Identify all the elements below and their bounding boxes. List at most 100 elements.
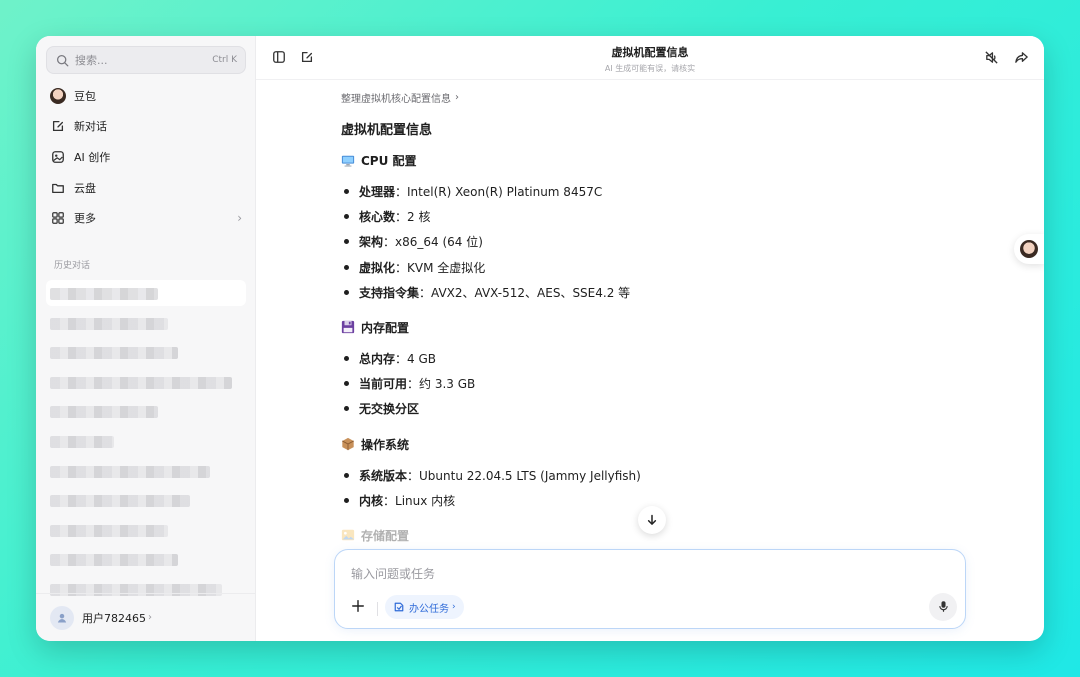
plus-icon[interactable]: [351, 598, 365, 617]
package-emoji-icon: [341, 437, 355, 451]
assistant-float-button[interactable]: [1014, 234, 1044, 264]
section-title: 内存配置: [361, 320, 410, 335]
sidebar-item-label: 更多: [74, 212, 96, 225]
section-title-os: 操作系统: [341, 436, 901, 453]
image-emoji-icon: [341, 528, 355, 542]
history-item[interactable]: [46, 546, 246, 572]
history-item[interactable]: [46, 398, 246, 424]
sidebar-item-label: 新对话: [74, 120, 107, 133]
chevron-right-icon: ›: [148, 612, 152, 623]
microphone-button[interactable]: [929, 593, 957, 621]
page-subtitle: AI 生成可能有误，请核实: [604, 64, 696, 73]
sidebar: 搜索... Ctrl K 豆包 新对话 AI 创作 云盘 更多 › 历史对话 用…: [36, 36, 256, 641]
composer: 输入问题或任务 办公任务 ›: [334, 549, 966, 629]
sidebar-item-doubao[interactable]: 豆包: [50, 84, 242, 108]
user-avatar-icon: [50, 605, 74, 630]
section-title: 操作系统: [361, 437, 410, 452]
list-item: 内核 ：Linux 内核: [341, 488, 901, 513]
speaker-muted-icon[interactable]: [982, 48, 1000, 66]
sidebar-item-new-chat[interactable]: 新对话: [50, 114, 242, 138]
item-value: ：4 GB: [395, 352, 436, 367]
sidebar-item-label: AI 创作: [74, 151, 111, 164]
content-heading: 虚拟机配置信息: [341, 123, 433, 138]
item-label: 处理器: [359, 185, 396, 200]
list-item: 处理器 ：Intel(R) Xeon(R) Platinum 8457C: [341, 179, 901, 204]
avatar-icon: [1020, 240, 1038, 258]
history-item[interactable]: [46, 487, 246, 513]
history-item[interactable]: [46, 517, 246, 543]
list-item: 当前可用 ：约 3.3 GB: [341, 371, 901, 396]
breadcrumb[interactable]: 整理虚拟机核心配置信息 ›: [341, 90, 901, 105]
sidebar-item-label: 云盘: [74, 182, 96, 195]
user-profile[interactable]: 用户782465 ›: [36, 593, 256, 641]
item-value: ：Ubuntu 22.04.5 LTS (Jammy Jellyfish): [407, 468, 641, 483]
sidebar-item-more[interactable]: 更多 ›: [50, 206, 242, 230]
floppy-disk-emoji-icon: [341, 320, 355, 334]
section-title-memory: 内存配置: [341, 319, 901, 336]
main-panel: 虚拟机配置信息 AI 生成可能有误，请核实 整理虚拟机核心配置信息 › 虚拟机配…: [256, 36, 1044, 641]
list-item: 无交换分区: [341, 396, 901, 421]
list-item: 核心数 ：2 核: [341, 204, 901, 229]
item-label: 总内存: [359, 352, 396, 367]
item-value: ：Linux 内核: [383, 493, 456, 508]
app-window: 搜索... Ctrl K 豆包 新对话 AI 创作 云盘 更多 › 历史对话 用…: [36, 36, 1044, 641]
sidebar-item-ai-create[interactable]: AI 创作: [50, 145, 242, 169]
sidebar-item-label: 豆包: [74, 90, 96, 103]
list-item: 虚拟化 ：KVM 全虚拟化: [341, 255, 901, 280]
chevron-right-icon: ›: [237, 211, 242, 225]
os-list: 系统版本 ：Ubuntu 22.04.5 LTS (Jammy Jellyfish…: [341, 463, 901, 513]
item-value: ：约 3.3 GB: [407, 377, 476, 392]
history-item[interactable]: [46, 428, 246, 454]
item-label: 支持指令集: [359, 285, 420, 300]
breadcrumb-label: 整理虚拟机核心配置信息: [341, 94, 451, 105]
grid-icon: [50, 210, 66, 226]
chevron-right-icon: ›: [455, 92, 459, 103]
new-chat-icon: [50, 118, 66, 134]
message-content: 整理虚拟机核心配置信息 › 虚拟机配置信息 CPU 配置 处理器 ：Intel(R…: [341, 90, 901, 544]
history-item[interactable]: [46, 369, 246, 395]
section-title: 存储配置: [361, 528, 410, 543]
office-task-chip[interactable]: 办公任务 ›: [385, 595, 464, 619]
top-bar: 虚拟机配置信息 AI 生成可能有误，请核实: [256, 36, 1044, 80]
scroll-down-button[interactable]: [638, 506, 666, 534]
item-label: 架构: [359, 235, 384, 250]
sidebar-item-cloud-drive[interactable]: 云盘: [50, 176, 242, 200]
search-input[interactable]: 搜索...: [75, 52, 212, 68]
history-list: [46, 280, 246, 606]
image-create-icon: [50, 149, 66, 165]
page-title: 虚拟机配置信息: [611, 46, 689, 59]
computer-emoji-icon: [341, 154, 355, 168]
folder-icon: [50, 180, 66, 196]
item-value: ：KVM 全虚拟化: [395, 260, 486, 275]
item-label: 虚拟化: [359, 260, 396, 275]
chat-input[interactable]: 输入问题或任务: [351, 565, 435, 582]
item-value: ：x86_64 (64 位): [383, 235, 483, 250]
item-value: ：Intel(R) Xeon(R) Platinum 8457C: [395, 185, 603, 200]
cpu-list: 处理器 ：Intel(R) Xeon(R) Platinum 8457C 核心数：…: [341, 179, 901, 305]
item-label: 内核: [359, 493, 384, 508]
memory-list: 总内存 ：4 GB 当前可用 ：约 3.3 GB 无交换分区: [341, 346, 901, 422]
item-value: ：AVX2、AVX-512、AES、SSE4.2 等: [419, 285, 631, 300]
search-shortcut: Ctrl K: [212, 55, 237, 65]
microphone-icon: [937, 598, 950, 617]
avatar-icon: [50, 88, 66, 104]
search-box[interactable]: 搜索... Ctrl K: [46, 46, 246, 74]
history-item[interactable]: [46, 339, 246, 365]
section-title: CPU 配置: [361, 154, 417, 168]
list-item: 架构 ：x86_64 (64 位): [341, 229, 901, 254]
list-item: 总内存 ：4 GB: [341, 346, 901, 371]
user-name: 用户782465: [82, 611, 146, 625]
history-item[interactable]: [46, 458, 246, 484]
history-item[interactable]: [46, 310, 246, 336]
share-icon[interactable]: [1012, 48, 1030, 66]
task-icon: [393, 601, 405, 613]
item-label: 系统版本: [359, 468, 408, 483]
divider: [377, 602, 378, 616]
history-item[interactable]: [46, 280, 246, 306]
item-label: 当前可用: [359, 377, 408, 392]
chevron-right-icon: ›: [452, 602, 456, 612]
item-value: ：2 核: [395, 210, 431, 225]
list-item: 支持指令集 ：AVX2、AVX-512、AES、SSE4.2 等: [341, 280, 901, 305]
item-label: 无交换分区: [359, 402, 420, 417]
list-item: 系统版本 ：Ubuntu 22.04.5 LTS (Jammy Jellyfish…: [341, 463, 901, 488]
